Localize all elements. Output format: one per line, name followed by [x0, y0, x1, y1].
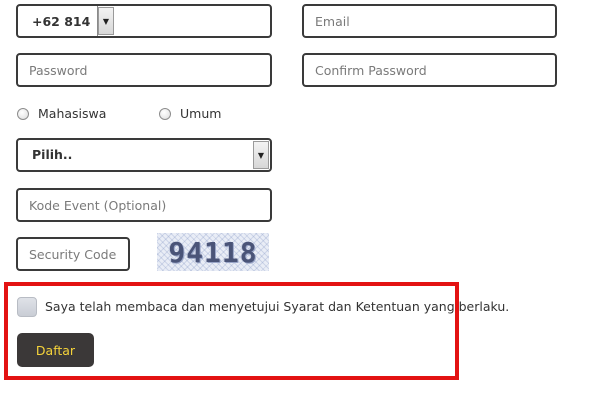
event-code-field[interactable]: [16, 188, 272, 222]
radio-icon[interactable]: [17, 107, 29, 120]
register-button[interactable]: Daftar: [17, 333, 94, 367]
terms-label: Saya telah membaca dan menyetujui Syarat…: [45, 299, 510, 314]
phone-field-group: +62 814 ▼: [16, 4, 272, 38]
phone-number-input[interactable]: [115, 6, 270, 36]
captcha-image: 94118: [157, 233, 269, 271]
security-code-field[interactable]: [16, 237, 130, 271]
chevron-down-icon[interactable]: ▼: [253, 141, 269, 169]
radio-option-mahasiswa[interactable]: Mahasiswa: [17, 106, 106, 121]
radio-icon[interactable]: [159, 107, 171, 120]
radio-label-mahasiswa: Mahasiswa: [38, 106, 107, 121]
password-field[interactable]: [16, 53, 272, 87]
email-field[interactable]: [302, 4, 557, 38]
category-select[interactable]: Pilih.. ▼: [16, 138, 272, 172]
country-code-select[interactable]: +62 814: [18, 6, 98, 36]
radio-label-umum: Umum: [180, 106, 222, 121]
captcha-text: 94118: [168, 235, 258, 269]
category-selected-value: Pilih..: [32, 147, 73, 162]
checkbox-icon[interactable]: [17, 297, 37, 317]
chevron-down-icon[interactable]: ▼: [98, 7, 114, 35]
radio-option-umum[interactable]: Umum: [159, 106, 221, 121]
confirm-password-field[interactable]: [302, 53, 557, 87]
